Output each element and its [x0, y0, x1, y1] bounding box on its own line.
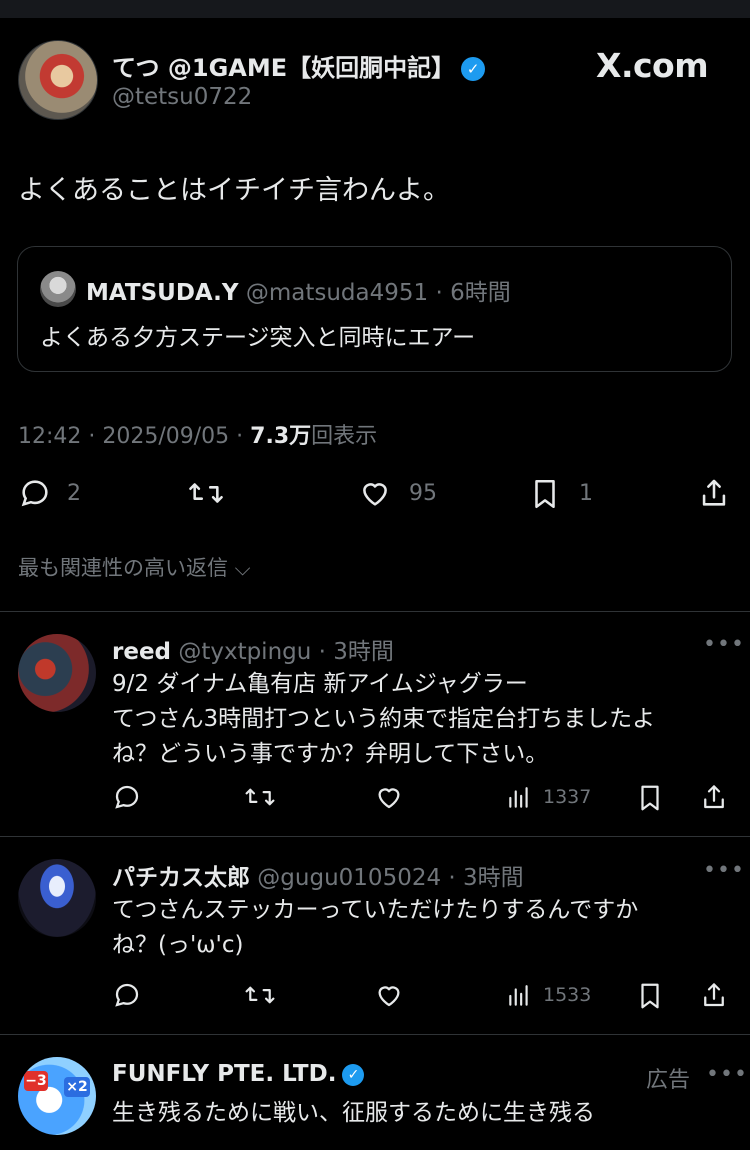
reply-avatar[interactable]: [18, 859, 96, 937]
reply-text-line: ね？(っ'ω'c): [112, 932, 244, 958]
reply-icon[interactable]: [112, 980, 142, 1010]
author-handle[interactable]: @tetsu0722: [112, 84, 252, 110]
ad-avatar-badge-icon: −3: [24, 1071, 48, 1091]
reply-icon[interactable]: [112, 782, 142, 812]
view-count: 7.3万: [250, 424, 312, 449]
reply-text-line: てつさんステッカーっていただけたりするんですか: [112, 897, 639, 923]
author-avatar[interactable]: [18, 40, 98, 120]
bookmark-icon[interactable]: [635, 980, 665, 1012]
ad-avatar[interactable]: −3 ×2: [18, 1057, 96, 1135]
ad-label: 広告: [646, 1068, 691, 1093]
analytics-icon[interactable]: [506, 784, 532, 812]
reply-icon[interactable]: [18, 476, 52, 510]
reply-author-meta: @gugu0105024 · 3時間: [250, 865, 524, 891]
view-count: 1533: [543, 984, 592, 1006]
ad-author-name[interactable]: FUNFLY PTE. LTD.: [112, 1061, 336, 1087]
more-options-icon[interactable]: •••: [703, 632, 745, 657]
reply-text-line: てつさん3時間打つという約束で指定台打ちましたよ: [112, 706, 656, 732]
quote-author-avatar: [40, 271, 76, 307]
bookmark-count: 1: [579, 481, 593, 506]
view-count: 1337: [543, 786, 592, 808]
timestamp-text: 12:42 · 2025/09/05 ·: [18, 424, 251, 449]
like-icon[interactable]: [373, 782, 405, 812]
reply-sort-label[interactable]: 最も関連性の高い返信: [18, 556, 228, 580]
reply-avatar[interactable]: [18, 634, 96, 712]
share-icon[interactable]: [699, 781, 729, 813]
reply-sort-dropdown[interactable]: 最も関連性の高い返信 ⌵: [18, 552, 251, 582]
author-display-name[interactable]: てつ @1GAME【妖回胴中記】: [112, 54, 455, 82]
divider: [0, 1034, 750, 1035]
bookmark-icon[interactable]: [635, 782, 665, 814]
quote-author-name: MATSUDA.Y: [86, 280, 239, 306]
quote-tweet-card[interactable]: [17, 246, 732, 372]
reply-author-line: パチカス太郎 @gugu0105024 · 3時間: [112, 858, 524, 892]
retweet-icon[interactable]: [186, 476, 226, 510]
retweet-icon[interactable]: [243, 980, 277, 1010]
divider: [0, 836, 750, 837]
share-icon[interactable]: [697, 475, 731, 511]
verified-badge-icon: ✓: [461, 57, 486, 81]
retweet-icon[interactable]: [243, 782, 277, 812]
reply-author-name[interactable]: reed: [112, 639, 171, 665]
analytics-icon[interactable]: [506, 982, 532, 1010]
reply-author-name[interactable]: パチカス太郎: [112, 865, 250, 891]
reply-author-line: reed @tyxtpingu · 3時間: [112, 632, 394, 666]
status-bar: [0, 0, 750, 18]
reply-count: 2: [67, 481, 81, 506]
share-icon[interactable]: [699, 979, 729, 1011]
reply-text: てつさんステッカーっていただけたりするんですか ね？(っ'ω'c): [112, 893, 722, 963]
reply-text: 9/2 ダイナム亀有店 新アイムジャグラー てつさん3時間打つという約束で指定台…: [112, 667, 722, 772]
more-options-icon[interactable]: •••: [703, 858, 745, 883]
like-icon[interactable]: [373, 980, 405, 1010]
like-icon[interactable]: [357, 476, 393, 510]
ad-text: 生き残るために戦い、征服するために生き残る: [112, 1100, 595, 1126]
like-count: 95: [409, 481, 437, 506]
reply-text-line: ね？どういう事ですか？弁明して下さい。: [112, 741, 549, 767]
x-logo: X.com: [596, 46, 709, 85]
reply-author-meta: @tyxtpingu · 3時間: [171, 639, 394, 665]
view-count-suffix: 回表示: [311, 424, 378, 449]
verified-badge-icon: ✓: [342, 1063, 365, 1086]
divider: [0, 611, 750, 612]
author-name[interactable]: てつ @1GAME【妖回胴中記】 ✓: [112, 48, 486, 83]
reply-text-line: 9/2 ダイナム亀有店 新アイムジャグラー: [112, 671, 528, 697]
tweet-text: よくあることはイチイチ言わんよ。: [18, 175, 450, 206]
ad-avatar-badge-icon: ×2: [64, 1077, 90, 1097]
quote-text: よくある夕方ステージ突入と同時にエアー: [40, 325, 476, 351]
quote-author-line: MATSUDA.Y @matsuda4951 · 6時間: [86, 273, 511, 307]
bookmark-icon[interactable]: [528, 476, 562, 512]
more-options-icon[interactable]: •••: [706, 1062, 748, 1087]
quote-author-meta: @matsuda4951 · 6時間: [238, 280, 511, 306]
chevron-down-icon: ⌵: [228, 556, 251, 580]
ad-author-line: FUNFLY PTE. LTD. ✓: [112, 1061, 365, 1087]
tweet-timestamp: 12:42 · 2025/09/05 · 7.3万回表示: [18, 418, 377, 450]
